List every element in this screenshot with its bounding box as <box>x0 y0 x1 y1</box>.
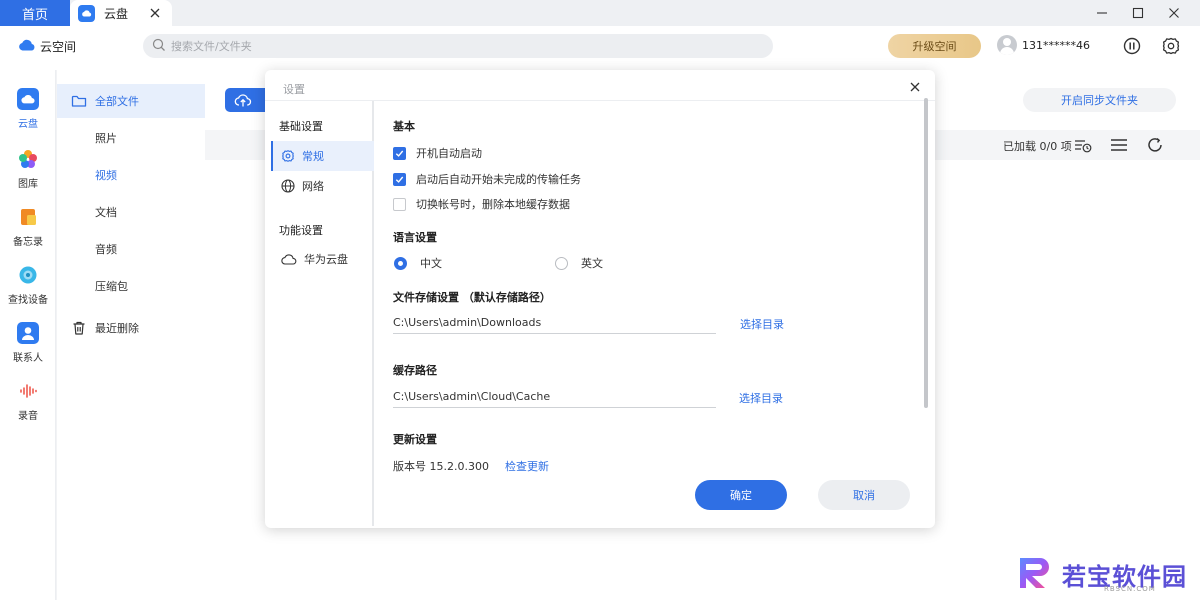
nav-item-documents[interactable]: 文档 <box>57 195 205 229</box>
sort-history-icon[interactable] <box>1073 135 1093 155</box>
folder-nav: 全部文件 照片 视频 文档 音频 压缩包 最近删除 <box>57 70 205 600</box>
gear-icon <box>281 149 302 163</box>
gear-icon[interactable] <box>1161 36 1181 56</box>
settings-nav-network[interactable]: 网络 <box>271 171 374 201</box>
dialog-title: 设置 <box>283 83 305 96</box>
search-input[interactable] <box>171 39 731 53</box>
language-chinese-radio[interactable]: 中文 <box>394 255 442 271</box>
close-icon[interactable] <box>148 6 162 20</box>
upgrade-space-button[interactable]: 升级空间 <box>888 34 981 58</box>
section-update: 更新设置 <box>393 433 437 446</box>
top-toolbar: 云空间 升级空间 131******46 <box>0 26 1200 70</box>
rail-item-contacts[interactable]: 联系人 <box>0 318 56 368</box>
upload-icon <box>234 91 252 112</box>
search-icon <box>152 38 166 55</box>
version-number: 版本号 15.2.0.300 <box>393 460 489 473</box>
tab-home[interactable]: 首页 <box>0 0 70 26</box>
watermark-logo-icon <box>1018 555 1056 594</box>
avatar[interactable] <box>997 35 1017 55</box>
rail-item-cloud-drive[interactable]: 云盘 <box>0 84 56 134</box>
trash-icon <box>71 320 87 336</box>
refresh-icon[interactable] <box>1145 135 1165 155</box>
list-view-icon[interactable] <box>1109 135 1129 155</box>
settings-nav-huawei-cloud[interactable]: 华为云盘 <box>271 244 374 274</box>
section-basic: 基本 <box>393 120 415 133</box>
settings-nav-general[interactable]: 常规 <box>271 141 374 171</box>
contacts-icon <box>17 322 39 344</box>
check-update-link[interactable]: 检查更新 <box>505 458 549 474</box>
account-phone[interactable]: 131******46 <box>1022 39 1090 52</box>
watermark: 若宝软件园 RBSCN.COM <box>1018 555 1187 594</box>
rail-item-gallery[interactable]: 图库 <box>0 144 56 194</box>
maximize-button[interactable] <box>1121 0 1155 26</box>
pause-sync-icon[interactable] <box>1122 36 1142 56</box>
tab-cloud-drive[interactable]: 云盘 <box>70 0 172 26</box>
auto-resume-checkbox[interactable]: 启动后自动开始未完成的传输任务 <box>393 171 581 187</box>
minimize-button[interactable] <box>1085 0 1119 26</box>
section-language: 语言设置 <box>393 231 437 244</box>
checkbox-checked-icon <box>393 146 406 160</box>
cloud-drive-icon <box>78 4 95 22</box>
rail-item-recorder[interactable]: 录音 <box>0 376 56 426</box>
nav-group-features: 功能设置 <box>279 224 323 237</box>
section-cache: 缓存路径 <box>393 364 437 377</box>
cloud-outline-icon <box>281 253 304 265</box>
storage-choose-dir-link[interactable]: 选择目录 <box>740 316 784 332</box>
rail-item-find-device[interactable]: 查找设备 <box>0 260 56 310</box>
radio-selected-icon <box>394 256 407 270</box>
checkbox-checked-icon <box>393 172 406 186</box>
nav-item-audio[interactable]: 音频 <box>57 232 205 266</box>
title-bar: 首页 云盘 <box>0 0 1200 26</box>
dialog-scrollbar[interactable] <box>924 98 928 408</box>
radio-unselected-icon <box>555 256 568 270</box>
auto-start-checkbox[interactable]: 开机自动启动 <box>393 145 482 161</box>
cache-choose-dir-link[interactable]: 选择目录 <box>739 390 783 406</box>
language-english-radio[interactable]: 英文 <box>555 255 603 271</box>
cancel-button[interactable]: 取消 <box>818 480 910 510</box>
storage-path-field[interactable]: C:\Users\admin\Downloads <box>393 312 716 334</box>
settings-dialog: 设置 基础设置 常规 网络 功能设置 华为云盘 基本 开机自动启动 启动后自动开… <box>265 70 935 528</box>
folder-icon <box>71 93 87 109</box>
app-rail: 云盘 图库 备忘录 查找设备 联系人 录音 <box>0 70 56 600</box>
close-window-button[interactable] <box>1157 0 1191 26</box>
settings-content: 基本 开机自动启动 启动后自动开始未完成的传输任务 切换帐号时，删除本地缓存数据… <box>393 70 913 528</box>
globe-icon <box>281 179 302 193</box>
loaded-count: 已加载 0/0 项 <box>1003 140 1072 153</box>
search-bar[interactable] <box>143 34 773 58</box>
confirm-button[interactable]: 确定 <box>695 480 787 510</box>
checkbox-unchecked-icon <box>393 197 406 211</box>
notes-icon <box>17 206 39 228</box>
rail-item-notes[interactable]: 备忘录 <box>0 202 56 252</box>
section-storage: 文件存储设置 （默认存储路径） <box>393 291 551 304</box>
nav-item-all-files[interactable]: 全部文件 <box>57 84 205 118</box>
nav-group-basic: 基础设置 <box>279 120 323 133</box>
sync-folder-button[interactable]: 开启同步文件夹 <box>1023 88 1176 112</box>
brand: 云空间 <box>18 38 76 55</box>
settings-nav: 基础设置 常规 网络 功能设置 华为云盘 <box>265 101 374 526</box>
cache-path-field[interactable]: C:\Users\admin\Cloud\Cache <box>393 386 716 408</box>
nav-item-archives[interactable]: 压缩包 <box>57 269 205 303</box>
nav-item-videos[interactable]: 视频 <box>57 158 205 192</box>
cloud-drive-icon <box>17 88 39 110</box>
recorder-icon <box>17 380 39 402</box>
cloud-logo-icon <box>18 39 36 54</box>
find-device-icon <box>17 264 39 286</box>
nav-item-recently-deleted[interactable]: 最近删除 <box>57 311 205 345</box>
nav-item-photos[interactable]: 照片 <box>57 121 205 155</box>
clear-cache-checkbox[interactable]: 切换帐号时，删除本地缓存数据 <box>393 196 570 212</box>
gallery-icon <box>17 148 39 170</box>
